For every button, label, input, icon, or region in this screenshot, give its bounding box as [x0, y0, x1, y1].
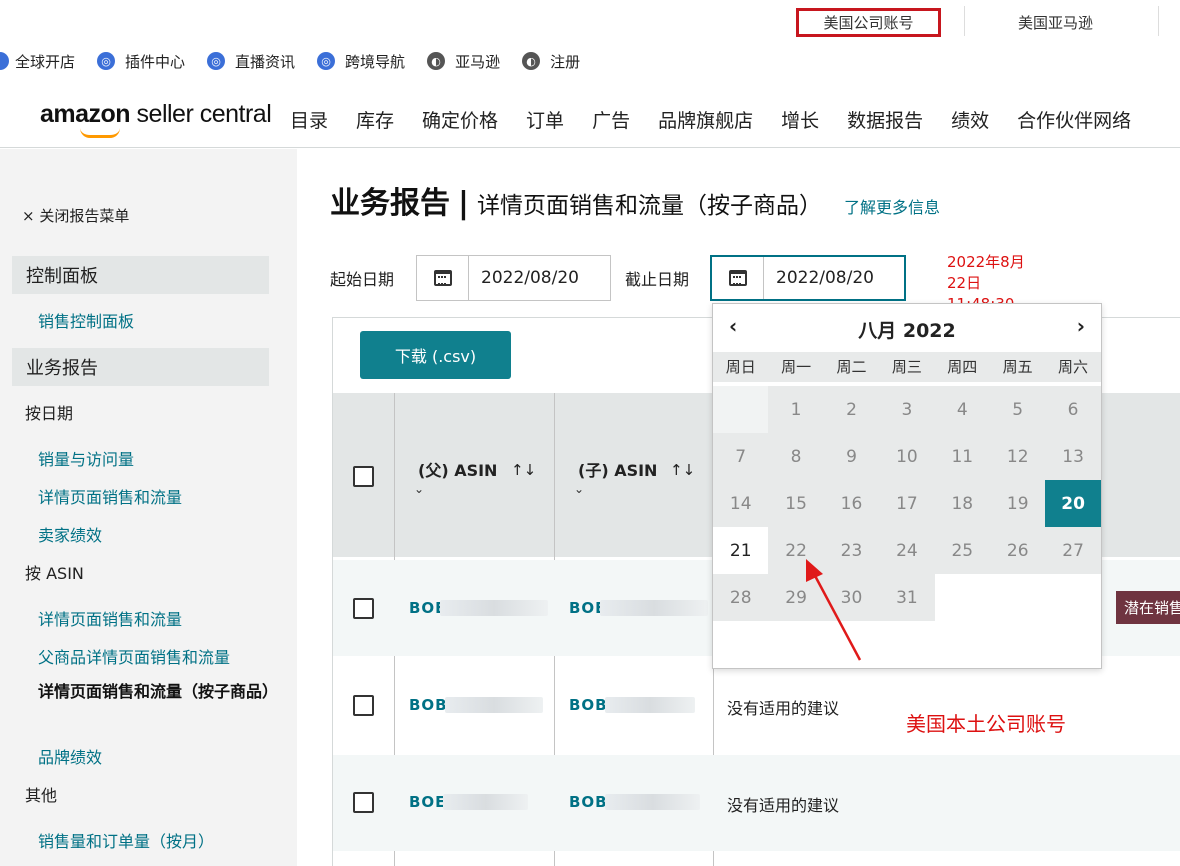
arrow-shaft [811, 571, 862, 661]
arrow-head [806, 559, 823, 582]
annotation-arrow [806, 559, 862, 661]
